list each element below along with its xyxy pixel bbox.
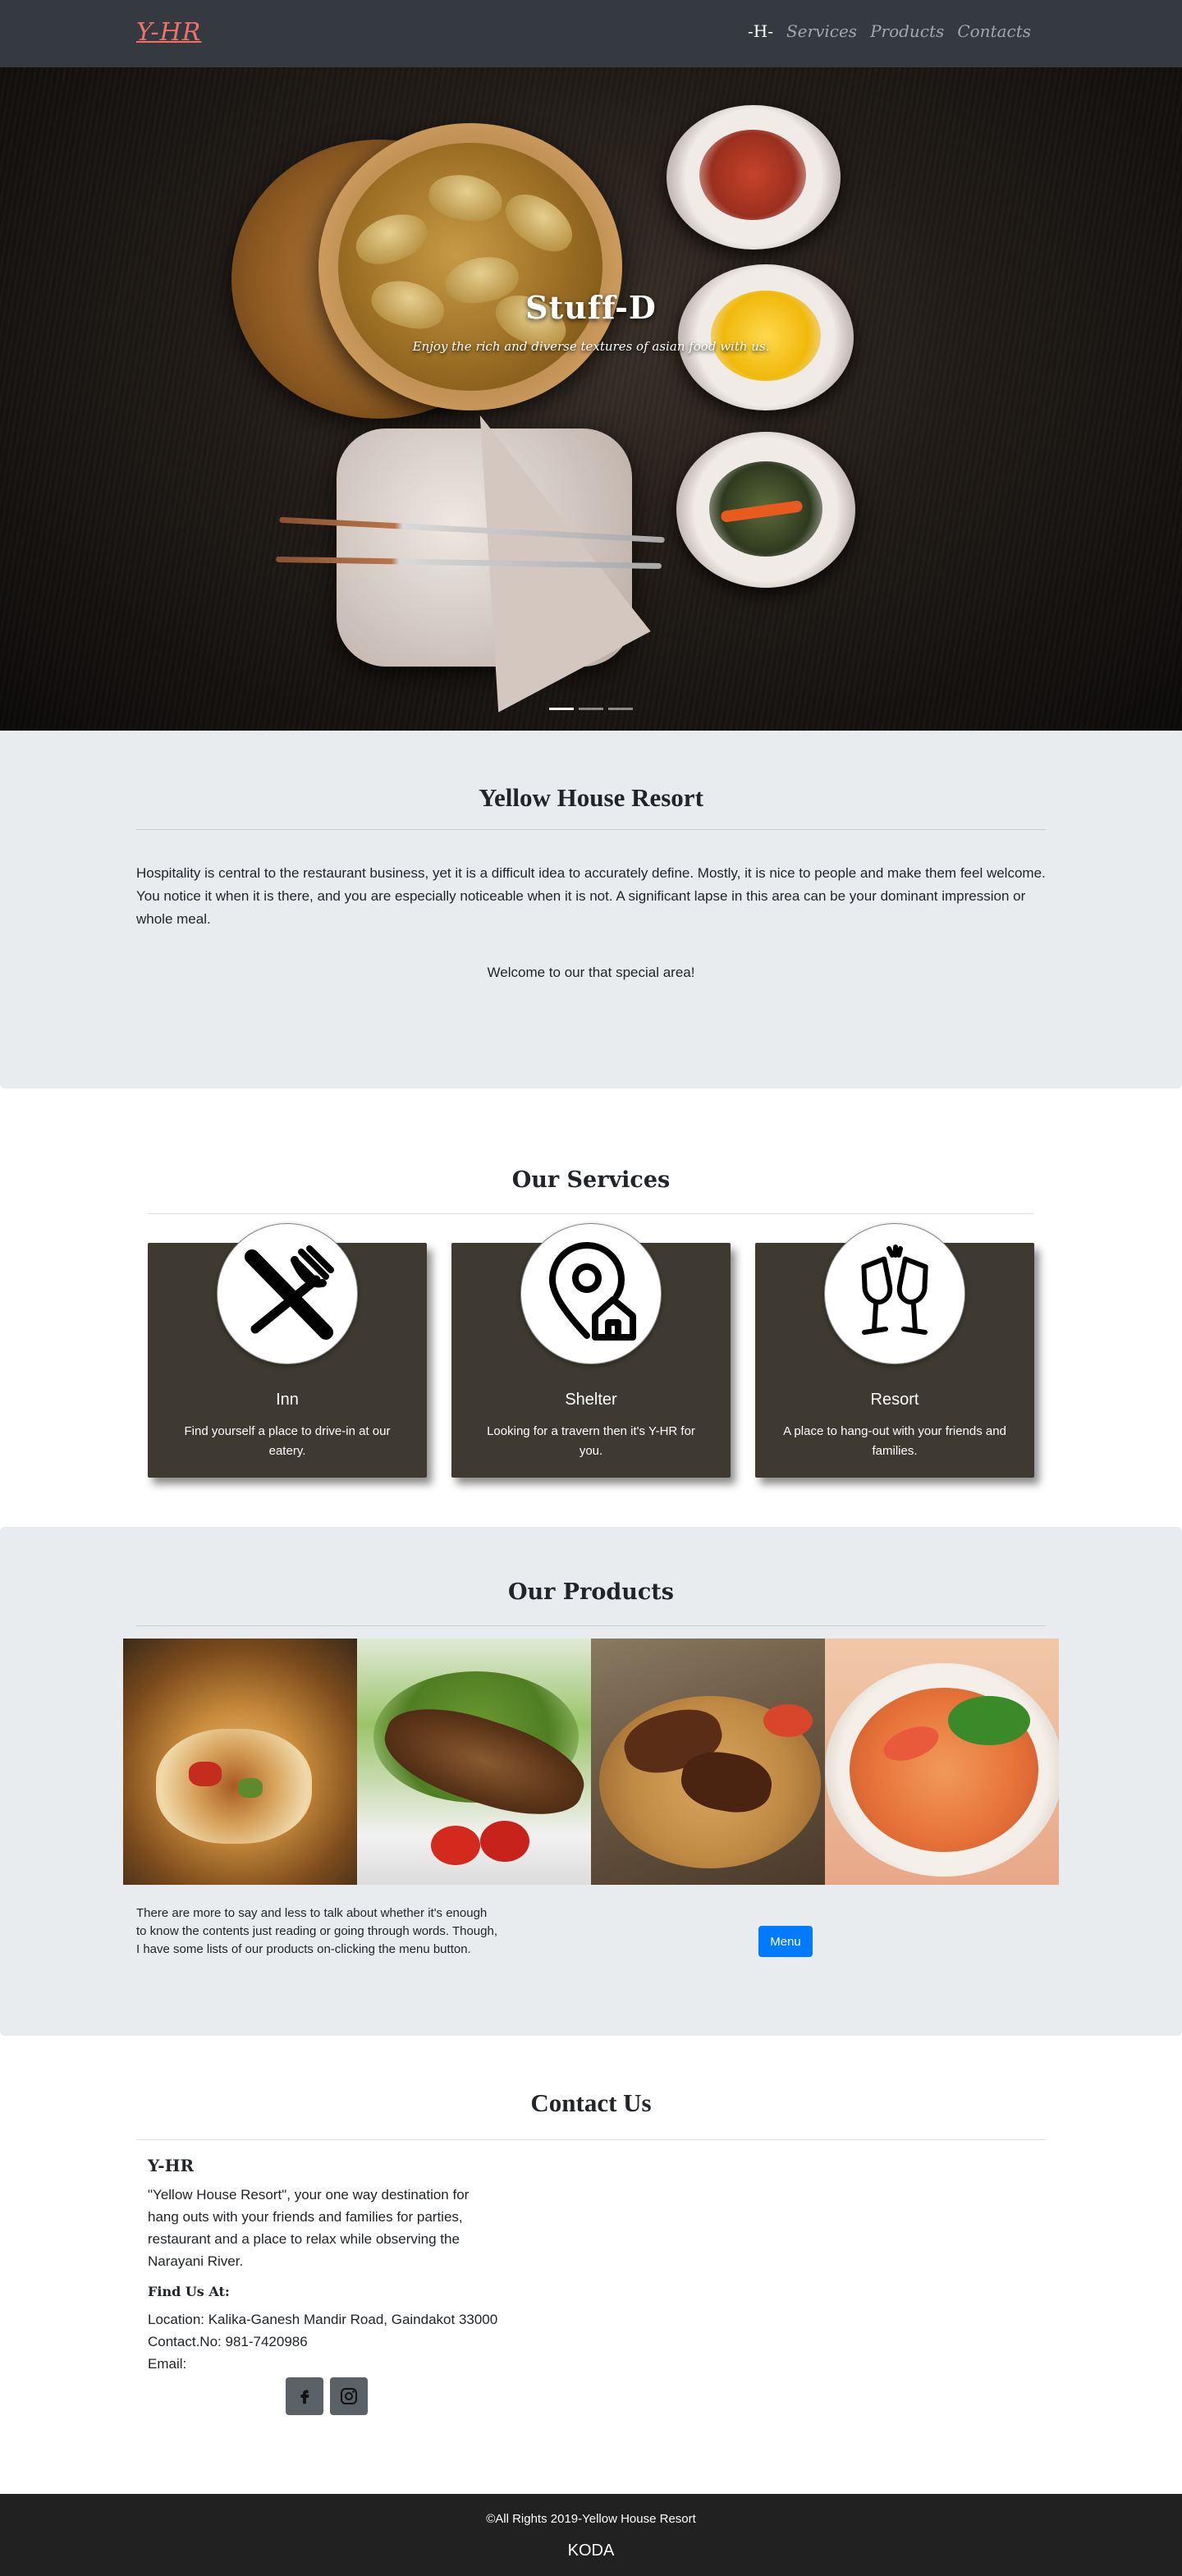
- service-icon-circle: [824, 1223, 965, 1364]
- carousel-indicator-2[interactable]: [579, 708, 603, 710]
- products-title: Our Products: [508, 1579, 674, 1605]
- kimchi-dish: [667, 105, 841, 250]
- find-us-title: Find Us At:: [148, 2284, 230, 2299]
- divider: [136, 2139, 1046, 2140]
- utensils-icon: [245, 1245, 334, 1340]
- instagram-button[interactable]: [330, 2377, 368, 2415]
- services-title: Our Services: [511, 1167, 671, 1193]
- dumpling: [424, 169, 506, 227]
- contact-email: Email:: [148, 2356, 187, 2372]
- divider: [136, 1625, 1046, 1626]
- navbar: Y-HR -H- Services Products Contacts: [0, 0, 1182, 67]
- service-name: Resort: [870, 1391, 919, 1409]
- contact-phone: Contact.No: 981-7420986: [148, 2334, 308, 2349]
- contact-location: Location: Kalika-Ganesh Mandir Road, Gai…: [148, 2312, 498, 2327]
- dumpling: [496, 183, 583, 262]
- hero-title: Stuff-D: [525, 289, 657, 326]
- service-card-resort: Resort A place to hang-out with your fri…: [755, 1223, 1034, 1478]
- nav-links: -H- Services Products Contacts: [748, 21, 1031, 41]
- service-card-inn: Inn Find yourself a place to drive-in at…: [148, 1223, 427, 1478]
- facebook-icon: [300, 2390, 309, 2404]
- dumpling: [349, 205, 434, 273]
- services-section: Our Services Inn Find yourself a place t…: [0, 1089, 1182, 1527]
- footer: ©All Rights 2019-Yellow House Resort KOD…: [0, 2494, 1182, 2576]
- hero-caption: Stuff-D Enjoy the rich and diverse textu…: [0, 289, 1182, 354]
- service-name: Inn: [276, 1391, 299, 1409]
- hero-subtitle: Enjoy the rich and diverse textures of a…: [412, 339, 770, 354]
- service-card-shelter: Shelter Looking for a travern then it's …: [451, 1223, 731, 1478]
- location-home-icon: [549, 1242, 636, 1341]
- contact-section: Contact Us Y-HR "Yellow House Resort", y…: [0, 2036, 1182, 2494]
- grilled-fish-salad-image: [357, 1639, 591, 1885]
- welcome-text: Welcome to our that special area!: [487, 965, 695, 980]
- divider: [136, 829, 1046, 830]
- carousel-indicators: [0, 708, 1182, 710]
- brand-logo[interactable]: Y-HR: [136, 18, 201, 47]
- noodle-soup-image: [825, 1639, 1059, 1885]
- greens-dish: [676, 432, 855, 588]
- chicken-biryani-image: [591, 1639, 825, 1885]
- menu-button[interactable]: Menu: [758, 1926, 813, 1957]
- service-icon-circle: [217, 1223, 358, 1364]
- service-description: Looking for a travern then it's Y-HR for…: [487, 1424, 695, 1458]
- hero-carousel[interactable]: Stuff-D Enjoy the rich and diverse textu…: [0, 67, 1182, 731]
- contact-description: "Yellow House Resort", your one way dest…: [148, 2187, 470, 2269]
- nav-link-home[interactable]: -H-: [748, 21, 773, 41]
- about-section: Yellow House Resort Hospitality is centr…: [0, 731, 1182, 1089]
- nav-link-contacts[interactable]: Contacts: [957, 21, 1031, 41]
- service-description: A place to hang-out with your friends an…: [783, 1424, 1006, 1458]
- facebook-button[interactable]: [286, 2377, 323, 2415]
- burrito-image: [123, 1639, 357, 1885]
- nav-link-services[interactable]: Services: [786, 21, 857, 41]
- carousel-indicator-1[interactable]: [549, 708, 574, 710]
- contact-brand: Y-HR: [148, 2156, 195, 2175]
- contact-title: Contact Us: [530, 2088, 652, 2117]
- service-description: Find yourself a place to drive-in at our…: [184, 1424, 391, 1458]
- products-description: There are more to say and less to talk a…: [136, 1906, 498, 1956]
- divider: [148, 1213, 1034, 1214]
- footer-copyright: ©All Rights 2019-Yellow House Resort: [486, 2512, 696, 2526]
- about-title: Yellow House Resort: [479, 783, 703, 812]
- service-icon-circle: [520, 1223, 662, 1364]
- wine-glasses-icon: [861, 1244, 928, 1335]
- about-paragraph: Hospitality is central to the restaurant…: [136, 865, 1046, 927]
- footer-brand: KODA: [567, 2542, 615, 2560]
- instagram-icon: [341, 2388, 357, 2404]
- service-name: Shelter: [565, 1391, 617, 1409]
- products-section: Our Products There are more to say and l…: [0, 1527, 1182, 2036]
- carousel-indicator-3[interactable]: [608, 708, 633, 710]
- nav-link-products[interactable]: Products: [870, 21, 944, 41]
